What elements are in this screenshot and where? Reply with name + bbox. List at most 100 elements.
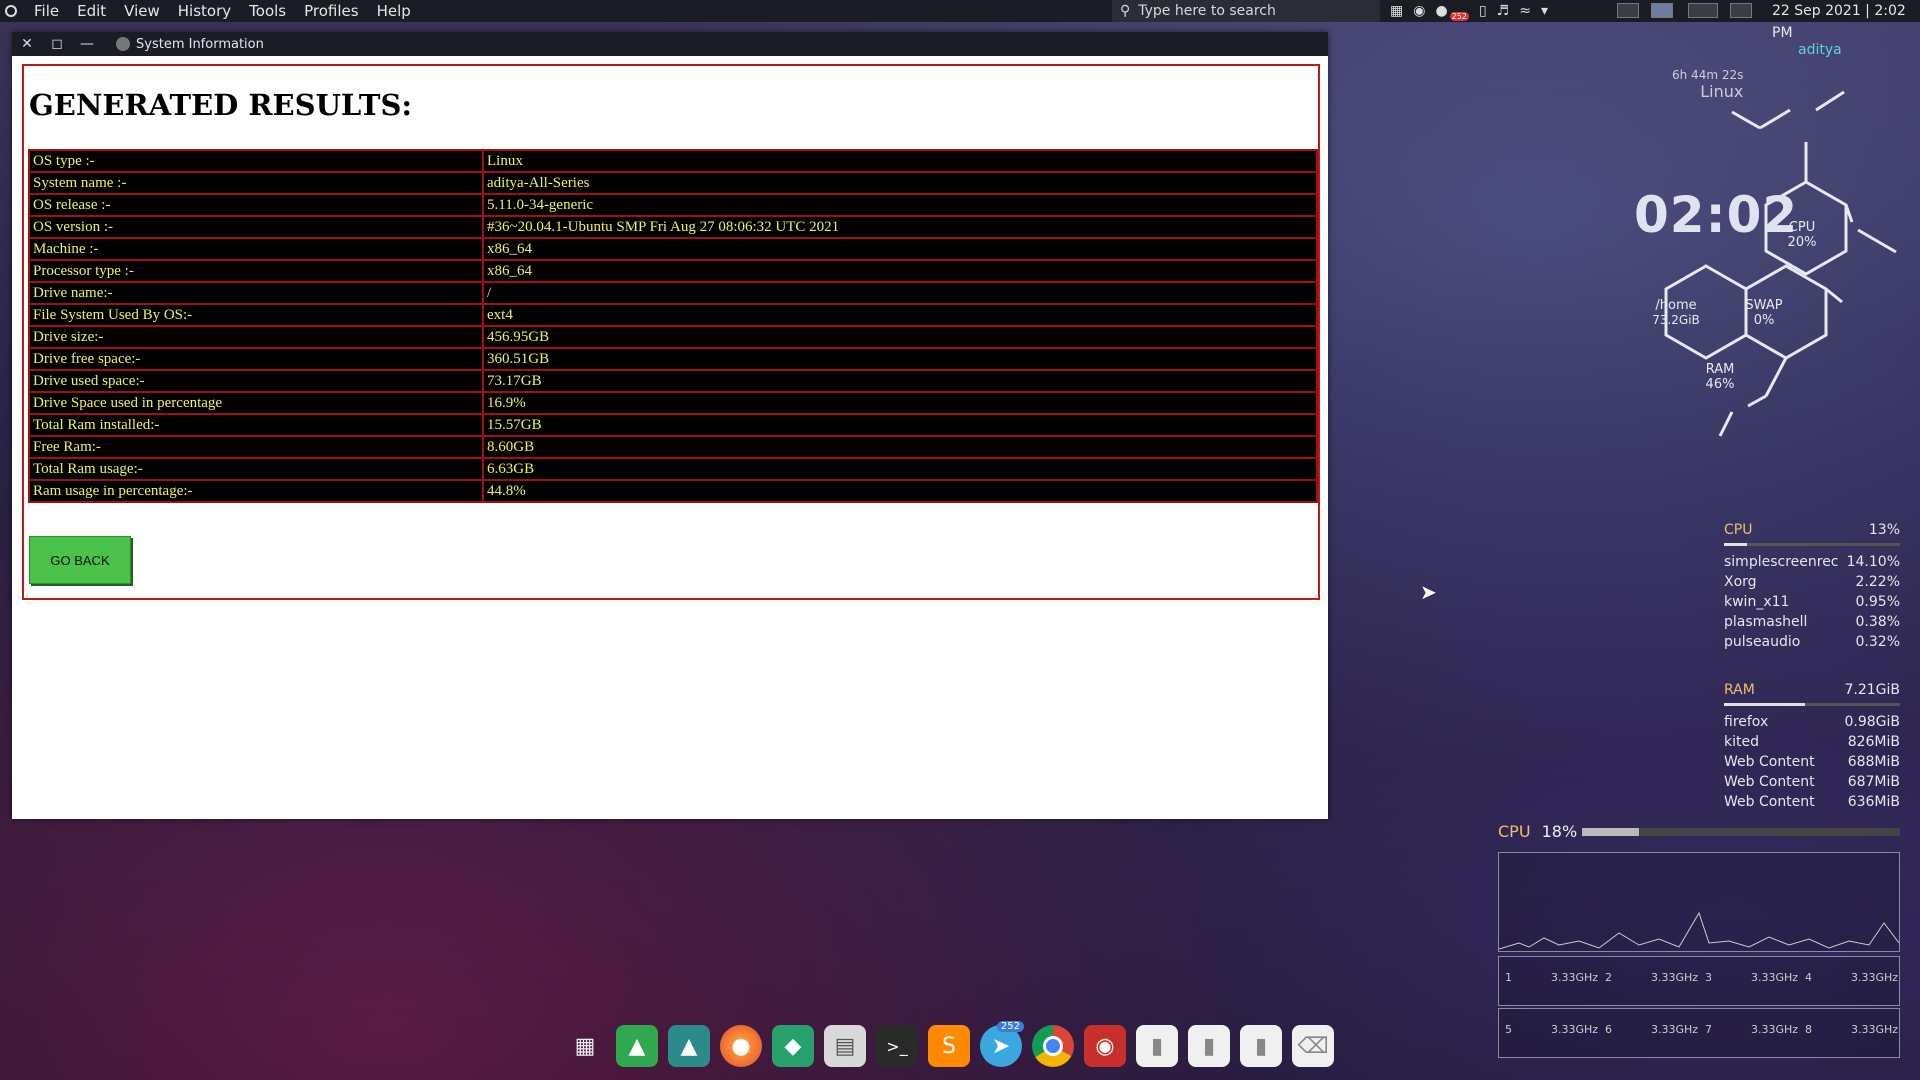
process-value: 2.22% — [1855, 574, 1900, 590]
cpu-graph-bar — [1582, 828, 1900, 836]
chevron-down-icon[interactable]: ▾ — [1541, 3, 1548, 19]
cpu-panel-label: CPU — [1724, 522, 1753, 538]
workspace-2[interactable] — [1651, 3, 1673, 18]
table-row: Drive free space:- 360.51GB — [30, 349, 1316, 369]
process-value: 636MiB — [1847, 794, 1900, 810]
swap-hex-label: SWAP 0% — [1734, 298, 1794, 328]
process-value: 688MiB — [1847, 754, 1900, 770]
row-value: 44.8% — [484, 481, 1316, 501]
notification-badge: 252 — [1449, 11, 1469, 21]
row-key: Drive free space:- — [30, 349, 482, 369]
wifi-icon[interactable]: ≈ — [1519, 3, 1531, 19]
ram-hex-value: 46% — [1705, 377, 1735, 392]
volume-icon[interactable]: ♬ — [1497, 3, 1510, 19]
row-value: 360.51GB — [484, 349, 1316, 369]
core-freq: 3.33GHz — [1551, 1023, 1599, 1036]
app-logo-icon[interactable] — [5, 5, 17, 17]
core-graph-bottom: 5 3.33GHz 6 3.33GHz 7 3.33GHz 8 3.33GHz — [1498, 1008, 1900, 1058]
trash-icon[interactable]: ⌫ — [1292, 1025, 1334, 1067]
workspace-3[interactable] — [1688, 3, 1718, 18]
workspace-4[interactable] — [1730, 3, 1752, 18]
software-center-icon[interactable]: ▲ — [668, 1025, 710, 1067]
list-item: pulseaudio 0.32% — [1724, 632, 1900, 652]
telegram-badge: 252 — [996, 1021, 1024, 1032]
folder-icon[interactable]: ▮ — [1136, 1025, 1178, 1067]
menu-help[interactable]: Help — [368, 0, 420, 22]
process-value: 687MiB — [1847, 774, 1900, 790]
row-key: File System Used By OS:- — [30, 305, 482, 325]
row-value: 456.95GB — [484, 327, 1316, 347]
menu-edit[interactable]: Edit — [68, 0, 115, 22]
system-monitor-icon[interactable]: ▲ — [616, 1025, 658, 1067]
cpu-graph-header: CPU 18% — [1498, 822, 1577, 841]
table-row: File System Used By OS:- ext4 — [30, 305, 1316, 325]
cpu-hex-title: CPU — [1788, 220, 1816, 235]
menu-history[interactable]: History — [169, 0, 240, 22]
page-content: GENERATED RESULTS: OS type :- Linux Syste… — [22, 64, 1328, 604]
menu-profiles[interactable]: Profiles — [295, 0, 367, 22]
table-row: Drive used space:- 73.17GB — [30, 371, 1316, 391]
row-key: Processor type :- — [30, 261, 482, 281]
terminal-icon[interactable]: >_ — [876, 1025, 918, 1067]
window-app-icon — [116, 37, 130, 51]
maximize-icon[interactable]: ◻ — [42, 36, 72, 52]
window-titlebar[interactable]: ✕ ◻ — System Information — [12, 32, 1328, 56]
home-hex-label: /home 73.2GiB — [1640, 298, 1712, 328]
row-key: Drive Space used in percentage — [30, 393, 482, 413]
taskview-icon[interactable]: ▦ — [1390, 3, 1403, 19]
ram-hex-title: RAM — [1705, 362, 1735, 377]
process-value: 0.32% — [1855, 634, 1900, 650]
core-label: 4 — [1805, 971, 1812, 984]
table-row: Machine :- x86_64 — [30, 239, 1316, 259]
row-key: Drive size:- — [30, 327, 482, 347]
list-item: kited 826MiB — [1724, 732, 1900, 752]
table-row: OS version :- #36~20.04.1-Ubuntu SMP Fri … — [30, 217, 1316, 237]
camera-icon[interactable]: ◉ — [1413, 3, 1425, 19]
row-key: Ram usage in percentage:- — [30, 481, 482, 501]
menu-view[interactable]: View — [115, 0, 169, 22]
apps-grid-icon[interactable]: ▦ — [564, 1025, 606, 1067]
ram-process-panel: RAM 7.21GiB firefox 0.98GiB kited 826MiB We… — [1724, 680, 1900, 812]
ram-panel-label: RAM — [1724, 682, 1755, 698]
page-title: GENERATED RESULTS: — [29, 88, 413, 122]
cpu-hex-label: CPU 20% — [1782, 220, 1822, 250]
row-value: #36~20.04.1-Ubuntu SMP Fri Aug 27 08:06:… — [484, 217, 1316, 237]
folder-icon[interactable]: ▮ — [1188, 1025, 1230, 1067]
table-row: Ram usage in percentage:- 44.8% — [30, 481, 1316, 501]
firefox-icon[interactable]: ● — [720, 1025, 762, 1067]
list-item: Web Content 636MiB — [1724, 792, 1900, 812]
core-label: 1 — [1505, 971, 1512, 984]
swap-hex-title: SWAP — [1745, 298, 1783, 313]
cpu-usage-bar — [1724, 543, 1900, 546]
recorder-icon[interactable]: ● — [1435, 3, 1447, 19]
process-value: 0.38% — [1855, 614, 1900, 630]
core-label: 6 — [1605, 1023, 1612, 1036]
clipboard-icon[interactable]: ▯ — [1479, 3, 1487, 19]
menu-file[interactable]: File — [25, 0, 68, 22]
telegram-icon[interactable]: ➤ 252 — [980, 1021, 1024, 1067]
menu-tools[interactable]: Tools — [240, 0, 295, 22]
kite-icon[interactable]: ◆ — [772, 1025, 814, 1067]
search-input[interactable]: ⚲ Type here to search — [1112, 0, 1380, 22]
top-clock[interactable]: 22 Sep 2021 | 2:02 PM — [1772, 0, 1920, 44]
minimize-icon[interactable]: — — [72, 36, 102, 52]
screen-recorder-icon[interactable]: ◉ — [1084, 1025, 1126, 1067]
files-drawer-icon[interactable]: ▤ — [824, 1025, 866, 1067]
workspace-1[interactable] — [1617, 3, 1639, 18]
table-row: OS type :- Linux — [30, 151, 1316, 171]
sublime-text-icon[interactable]: S — [928, 1025, 970, 1067]
cpu-graph-label: CPU — [1498, 822, 1531, 841]
folder-icon[interactable]: ▮ — [1240, 1025, 1282, 1067]
close-icon[interactable]: ✕ — [12, 36, 42, 52]
cpu-process-panel: CPU 13% simplescreenrec 14.10% Xorg 2.22% k… — [1724, 520, 1900, 652]
process-value: 14.10% — [1846, 554, 1900, 570]
row-key: Total Ram usage:- — [30, 459, 482, 479]
table-row: Total Ram usage:- 6.63GB — [30, 459, 1316, 479]
core-freq: 3.33GHz — [1751, 1023, 1799, 1036]
process-name: plasmashell — [1724, 614, 1808, 630]
system-information-window: ✕ ◻ — System Information GENERATED RESUL… — [12, 32, 1328, 819]
chrome-icon[interactable] — [1032, 1025, 1074, 1067]
go-back-button[interactable]: GO BACK — [29, 536, 131, 584]
row-key: Total Ram installed:- — [30, 415, 482, 435]
row-value: x86_64 — [484, 261, 1316, 281]
